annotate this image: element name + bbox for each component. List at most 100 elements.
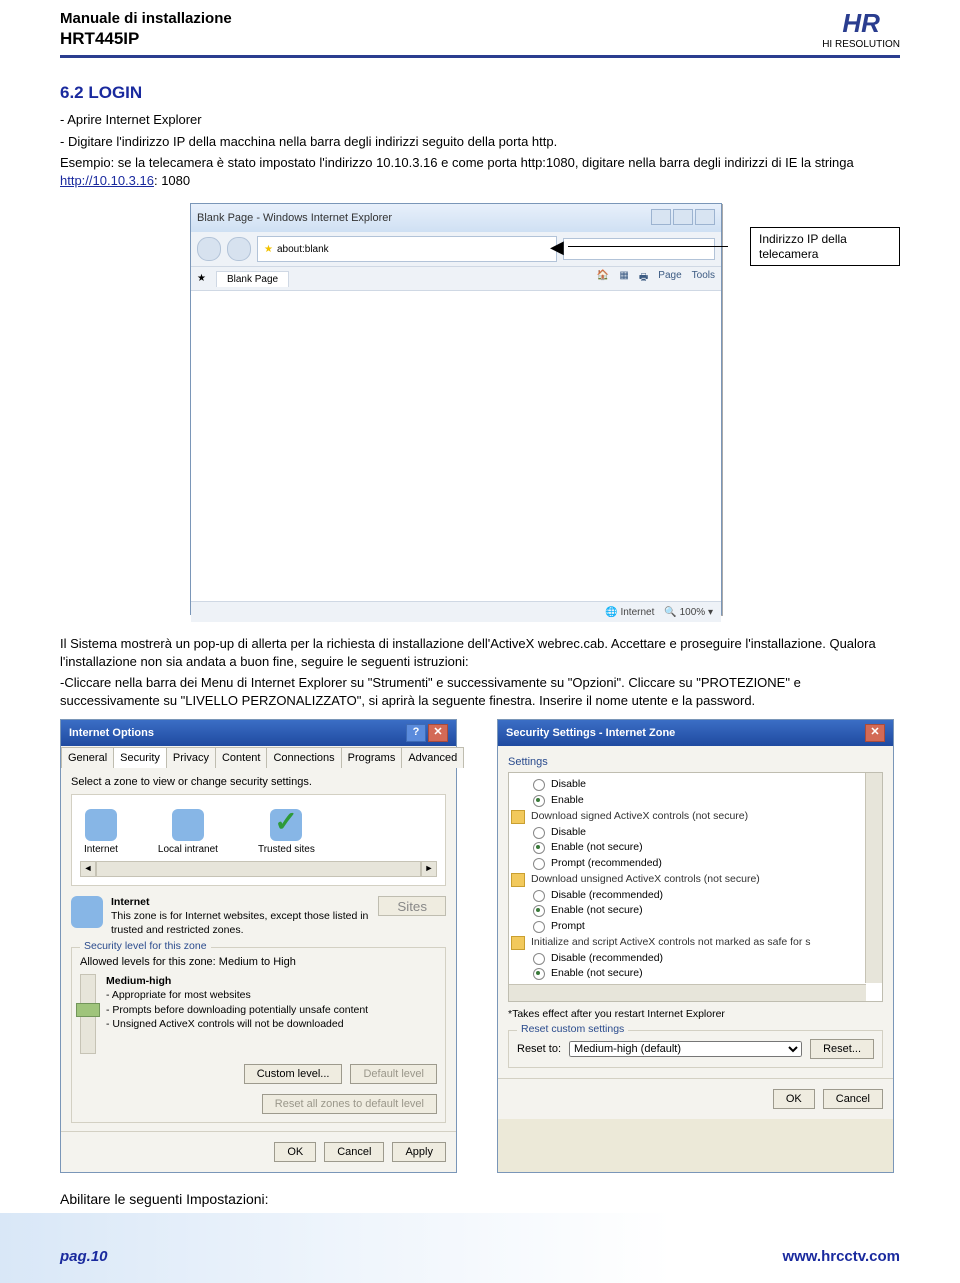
window-buttons[interactable] [649, 209, 715, 228]
tab-general[interactable]: General [61, 747, 114, 768]
maximize-icon [673, 209, 693, 225]
radio-icon[interactable] [533, 890, 545, 902]
close-icon[interactable]: ✕ [428, 724, 448, 742]
dialog-title: Security Settings - Internet Zone [506, 727, 675, 739]
reset-select[interactable]: Medium-high (default) [569, 1041, 802, 1057]
ie-window-title: Blank Page - Windows Internet Explorer [197, 212, 392, 224]
activex-icon [511, 810, 525, 824]
setting-option[interactable]: Enable [511, 793, 880, 809]
setting-option[interactable]: Enable (not secure) [511, 840, 880, 856]
level-name: Medium-high [106, 975, 171, 987]
default-level-button: Default level [350, 1064, 437, 1084]
zone-internet[interactable]: Internet [84, 809, 118, 855]
back-button[interactable] [197, 237, 221, 261]
ie-titlebar: Blank Page - Windows Internet Explorer [191, 204, 721, 232]
status-zone: 🌐 Internet [605, 607, 654, 618]
brand-logo: HR HI RESOLUTION [822, 8, 900, 50]
radio-icon[interactable] [533, 921, 545, 933]
radio-icon[interactable] [533, 827, 545, 839]
setting-option[interactable]: Enable (not secure) [511, 966, 880, 982]
tab-connections[interactable]: Connections [266, 747, 341, 768]
tab-security[interactable]: Security [113, 747, 167, 768]
search-box[interactable] [563, 238, 715, 260]
body-paragraph: Il Sistema mostrerà un pop-up di allerta… [60, 635, 900, 670]
globe-icon [85, 809, 117, 841]
zone-name: Internet [111, 896, 150, 908]
minimize-icon [651, 209, 671, 225]
browser-tab[interactable]: Blank Page [216, 271, 289, 287]
tools-menu[interactable]: Tools [692, 270, 715, 287]
zone-local-intranet[interactable]: Local intranet [158, 809, 218, 855]
activex-icon [511, 873, 525, 887]
group-label: Reset custom settings [517, 1023, 628, 1035]
setting-option[interactable]: Enable (not secure) [511, 903, 880, 919]
tab-privacy[interactable]: Privacy [166, 747, 216, 768]
allowed-levels: Allowed levels for this zone: Medium to … [80, 956, 437, 968]
cancel-button[interactable]: Cancel [823, 1089, 883, 1109]
close-icon[interactable]: ✕ [865, 724, 885, 742]
activex-icon [511, 936, 525, 950]
group-label: Security level for this zone [80, 940, 211, 952]
print-icon[interactable]: 🖶 [639, 270, 648, 287]
radio-icon[interactable] [533, 779, 545, 791]
home-icon[interactable]: 🏠 [597, 270, 609, 287]
tab-content[interactable]: Content [215, 747, 268, 768]
page-number: pag.10 [60, 1248, 108, 1265]
ie-content [191, 291, 721, 601]
security-slider[interactable] [80, 974, 96, 1054]
globe-icon [71, 896, 103, 928]
feeds-icon[interactable]: ▦ [619, 270, 628, 287]
setting-option[interactable]: Disable [511, 777, 880, 793]
radio-icon[interactable] [533, 953, 545, 965]
section-title: 6.2 LOGIN [60, 83, 900, 103]
setting-option[interactable]: Prompt [511, 919, 880, 935]
vertical-scrollbar[interactable] [865, 773, 882, 983]
favicon-icon: ★ [264, 244, 273, 255]
setting-option[interactable]: Prompt (recommended) [511, 856, 880, 872]
setting-option[interactable]: Disable (recommended) [511, 951, 880, 967]
settings-label: Settings [508, 756, 883, 768]
reset-to-label: Reset to: [517, 1043, 561, 1055]
doc-title: Manuale di installazione [60, 10, 900, 27]
callout-box: Indirizzo IP della telecamera [750, 227, 900, 266]
tab-advanced[interactable]: Advanced [401, 747, 464, 768]
intranet-icon [172, 809, 204, 841]
address-bar[interactable]: ★about:blank [257, 236, 557, 262]
settings-list[interactable]: DisableEnableDownload signed ActiveX con… [508, 772, 883, 1002]
bottom-instruction: Abilitare le seguenti Impostazioni: [60, 1191, 900, 1207]
reset-button[interactable]: Reset... [810, 1039, 874, 1059]
radio-icon[interactable] [533, 842, 545, 854]
zone-prompt: Select a zone to view or change security… [71, 776, 446, 788]
radio-icon[interactable] [533, 795, 545, 807]
radio-icon[interactable] [533, 905, 545, 917]
setting-header: Download signed ActiveX controls (not se… [511, 809, 880, 825]
doc-model: HRT445IP [60, 29, 900, 49]
apply-button[interactable]: Apply [392, 1142, 446, 1162]
internet-options-dialog: Internet Options ?✕ General Security Pri… [60, 719, 457, 1173]
options-tabs: General Security Privacy Content Connect… [61, 746, 456, 768]
setting-header: Download unsigned ActiveX controls (not … [511, 872, 880, 888]
restart-note: *Takes effect after you restart Internet… [508, 1008, 883, 1020]
radio-icon[interactable] [533, 968, 545, 980]
setting-header: Initialize and script ActiveX controls n… [511, 935, 880, 951]
ok-button[interactable]: OK [773, 1089, 815, 1109]
zone-scrollbar[interactable]: ◄► [80, 861, 437, 877]
zone-trusted-sites[interactable]: Trusted sites [258, 809, 315, 855]
dialog-title: Internet Options [69, 727, 154, 739]
custom-level-button[interactable]: Custom level... [244, 1064, 343, 1084]
radio-icon[interactable] [533, 858, 545, 870]
favorites-icon[interactable]: ★ [197, 273, 206, 284]
footer-url: www.hrcctv.com [782, 1248, 900, 1265]
tab-programs[interactable]: Programs [341, 747, 403, 768]
close-icon [695, 209, 715, 225]
ok-button[interactable]: OK [274, 1142, 316, 1162]
help-icon[interactable]: ? [406, 724, 426, 742]
status-zoom[interactable]: 🔍 100% ▾ [664, 607, 713, 618]
horizontal-scrollbar[interactable] [509, 984, 866, 1001]
example-url-link[interactable]: http://10.10.3.16 [60, 173, 154, 188]
page-menu[interactable]: Page [658, 270, 681, 287]
setting-option[interactable]: Disable (recommended) [511, 888, 880, 904]
setting-option[interactable]: Disable [511, 825, 880, 841]
forward-button[interactable] [227, 237, 251, 261]
cancel-button[interactable]: Cancel [324, 1142, 384, 1162]
